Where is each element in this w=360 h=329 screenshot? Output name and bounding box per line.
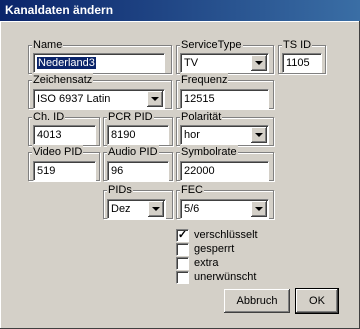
chevron-down-icon[interactable] [251, 201, 267, 217]
unerwuenscht-label[interactable]: unerwünscht [194, 271, 256, 284]
unerwuenscht-checkbox[interactable] [176, 271, 189, 284]
video-pid-label: Video PID [32, 145, 84, 159]
frequenz-input[interactable]: 12515 [180, 89, 269, 109]
gesperrt-label[interactable]: gesperrt [194, 243, 234, 256]
zeichensatz-select[interactable]: ISO 6937 Latin [33, 89, 165, 109]
cancel-button[interactable]: Abbruch [224, 289, 290, 313]
dialog-body: Name Nederland3 ServiceType TV TS ID 110… [0, 21, 360, 329]
zeichensatz-value: ISO 6937 Latin [37, 93, 111, 105]
audio-pid-input[interactable]: 96 [107, 161, 169, 181]
chevron-down-icon[interactable] [251, 55, 267, 71]
ch-id-input[interactable]: 4013 [33, 125, 96, 145]
pids-label: PIDs [107, 183, 133, 197]
verschluesselt-label[interactable]: verschlüsselt [194, 229, 258, 242]
pids-value: Dez [111, 203, 131, 215]
verschluesselt-checkbox[interactable]: ✓ [176, 229, 189, 242]
service-type-select[interactable]: TV [180, 53, 269, 73]
window-title: Kanaldaten ändern [0, 0, 360, 21]
extra-label[interactable]: extra [194, 257, 218, 270]
name-label: Name [32, 38, 64, 52]
fec-value: 5/6 [184, 203, 200, 215]
pcr-pid-label: PCR PID [107, 110, 154, 124]
chevron-down-icon[interactable] [251, 127, 267, 143]
service-type-label: ServiceType [180, 38, 243, 52]
polaritaet-select[interactable]: hor [180, 125, 269, 145]
name-value: Nederland3 [37, 57, 96, 69]
frequenz-label: Frequenz [180, 73, 229, 87]
video-pid-input[interactable]: 519 [33, 161, 96, 181]
symbolrate-label: Symbolrate [180, 145, 238, 159]
ts-id-input[interactable]: 1105 [282, 53, 322, 73]
symbolrate-input[interactable]: 22000 [180, 161, 269, 181]
ts-id-label: TS ID [282, 38, 313, 52]
gesperrt-checkbox[interactable] [176, 243, 189, 256]
service-type-value: TV [184, 57, 199, 69]
chevron-down-icon[interactable] [148, 201, 164, 217]
chevron-down-icon[interactable] [147, 91, 163, 107]
extra-checkbox[interactable] [176, 257, 189, 270]
fec-label: FEC [180, 183, 204, 197]
fec-select[interactable]: 5/6 [180, 199, 269, 219]
name-input[interactable]: Nederland3 [33, 53, 165, 73]
audio-pid-label: Audio PID [107, 145, 159, 159]
pids-select[interactable]: Dez [107, 199, 166, 219]
ch-id-label: Ch. ID [32, 110, 66, 124]
zeichensatz-label: Zeichensatz [32, 73, 94, 87]
pcr-pid-input[interactable]: 8190 [107, 125, 169, 145]
ok-button[interactable]: OK [295, 288, 339, 314]
polaritaet-value: hor [184, 129, 200, 141]
polaritaet-label: Polarität [180, 110, 223, 124]
